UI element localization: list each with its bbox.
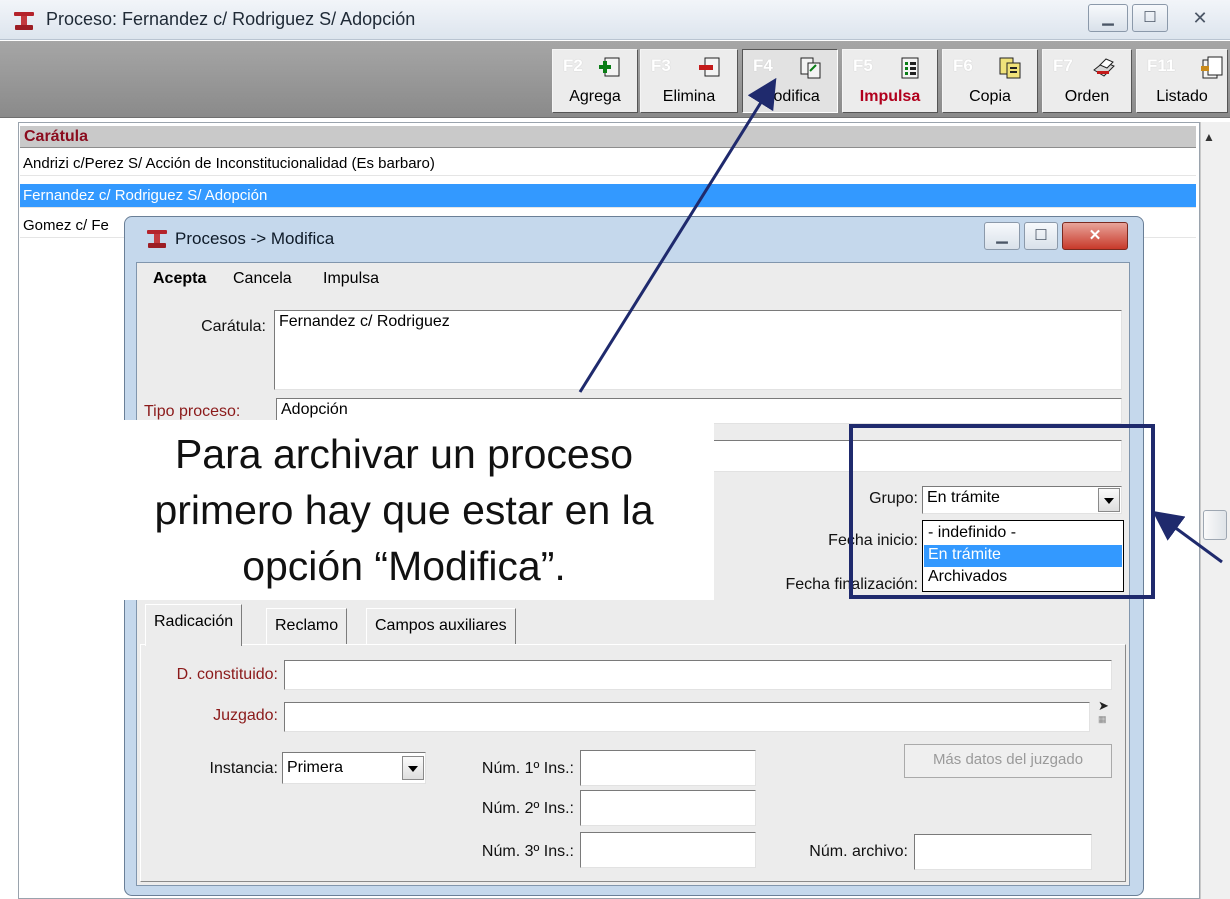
grupo-highlight-box [849, 424, 1155, 599]
menu-impulsa[interactable]: Impulsa [323, 270, 379, 288]
mas-datos-juzgado-button[interactable]: Más datos del juzgado [904, 744, 1112, 778]
tipo-proceso-label: Tipo proceso: [144, 403, 241, 420]
close-icon: ✕ [1088, 227, 1102, 244]
scroll-up-icon[interactable]: ▲ [1203, 130, 1215, 144]
minimize-icon: ▁ [1102, 9, 1114, 26]
listado-label: Listado [1156, 88, 1208, 105]
dialog-app-icon [145, 228, 169, 250]
caratula-field[interactable]: Fernandez c/ Rodriguez [274, 310, 1122, 390]
minimize-icon: ▁ [996, 227, 1008, 244]
copia-label: Copia [969, 88, 1011, 105]
listing-icon [1201, 56, 1223, 79]
caratula-label: Carátula: [201, 318, 266, 335]
toolbar: F2 Agrega F3 Elimina F4 Modifica F5 Impu… [0, 41, 1230, 118]
orden-label: Orden [1064, 88, 1110, 105]
maximize-button[interactable]: ☐ [1132, 4, 1168, 32]
juzgado-label: Juzgado: [213, 707, 278, 724]
list-item-selected[interactable]: Fernandez c/ Rodriguez S/ Adopción [20, 184, 1196, 208]
app-icon [12, 10, 36, 32]
add-document-icon [599, 57, 620, 77]
shortcut-key: F4 [753, 56, 773, 75]
shortcut-key: F7 [1053, 56, 1073, 75]
delete-document-icon [699, 57, 720, 77]
copia-button[interactable]: F6 Copia [942, 49, 1038, 113]
annotation-line: Para archivar un proceso [174, 431, 634, 477]
scrollbar-thumb[interactable] [1203, 510, 1227, 540]
elimina-button[interactable]: F3 Elimina [640, 49, 738, 113]
num2-label: Núm. 2º Ins.: [481, 800, 574, 817]
num3-label: Núm. 3º Ins.: [481, 843, 574, 860]
dialog-title: Procesos -> Modifica [175, 229, 335, 248]
maximize-icon: ☐ [1143, 9, 1157, 26]
num-archivo-field[interactable] [914, 834, 1092, 870]
num1-label: Núm. 1º Ins.: [481, 760, 574, 777]
impulsa-list-icon [901, 57, 919, 79]
chevron-down-icon [408, 766, 418, 772]
tab-campos-auxiliares[interactable]: Campos auxiliares [366, 608, 516, 644]
juzgado-lookup-icon[interactable]: ➤ ▦ [1098, 699, 1109, 725]
list-item[interactable]: Andrizi c/Perez S/ Acción de Inconstituc… [20, 152, 1196, 176]
instancia-dropdown-button[interactable] [402, 756, 424, 780]
num2-field[interactable] [580, 790, 756, 826]
modifica-label: Modifica [760, 88, 820, 105]
minimize-button[interactable]: ▁ [1088, 4, 1128, 32]
window-title: Proceso: Fernandez c/ Rodriguez S/ Adopc… [46, 9, 416, 29]
dialog-minimize-button[interactable]: ▁ [984, 222, 1020, 250]
shortcut-key: F3 [651, 56, 671, 75]
tab-radicacion[interactable]: Radicación [145, 604, 243, 646]
close-button[interactable]: ✕ [1176, 4, 1224, 32]
menu-cancela[interactable]: Cancela [233, 270, 292, 288]
annotation-line: primero hay que estar en la [154, 487, 654, 533]
print-order-icon [1093, 58, 1115, 77]
annotation-text: Para archivar un proceso primero hay que… [94, 426, 714, 594]
maximize-icon: ☐ [1034, 227, 1048, 244]
d-constituido-label: D. constituido: [176, 666, 278, 683]
agrega-label: Agrega [569, 88, 621, 105]
elimina-label: Elimina [662, 88, 716, 105]
d-constituido-field[interactable] [284, 660, 1112, 690]
modifica-button[interactable]: F4 Modifica [742, 49, 838, 113]
instancia-label: Instancia: [209, 760, 278, 777]
close-icon: ✕ [1192, 8, 1208, 28]
dialog-maximize-button[interactable]: ☐ [1024, 222, 1058, 250]
annotation-line: opción “Modifica”. [242, 543, 566, 589]
list-header-caratula[interactable]: Carátula [20, 126, 1196, 148]
main-titlebar: Proceso: Fernandez c/ Rodriguez S/ Adopc… [0, 0, 1230, 40]
agrega-button[interactable]: F2 Agrega [552, 49, 638, 113]
num-archivo-label: Núm. archivo: [809, 843, 908, 860]
shortcut-key: F5 [853, 56, 873, 75]
impulsa-label: Impulsa [859, 88, 921, 105]
juzgado-field[interactable] [284, 702, 1090, 732]
modify-document-icon [800, 57, 821, 79]
listado-button[interactable]: F11 Listado [1136, 49, 1228, 113]
copy-document-icon [999, 57, 1021, 79]
tab-reclamo[interactable]: Reclamo [266, 608, 348, 644]
shortcut-key: F2 [563, 56, 583, 75]
shortcut-key: F11 [1147, 56, 1176, 75]
menu-acepta[interactable]: Acepta [153, 270, 206, 288]
shortcut-key: F6 [953, 56, 973, 75]
orden-button[interactable]: F7 Orden [1042, 49, 1132, 113]
impulsa-button[interactable]: F5 Impulsa [842, 49, 938, 113]
dialog-close-button[interactable]: ✕ [1062, 222, 1128, 250]
num1-field[interactable] [580, 750, 756, 786]
num3-field[interactable] [580, 832, 756, 868]
